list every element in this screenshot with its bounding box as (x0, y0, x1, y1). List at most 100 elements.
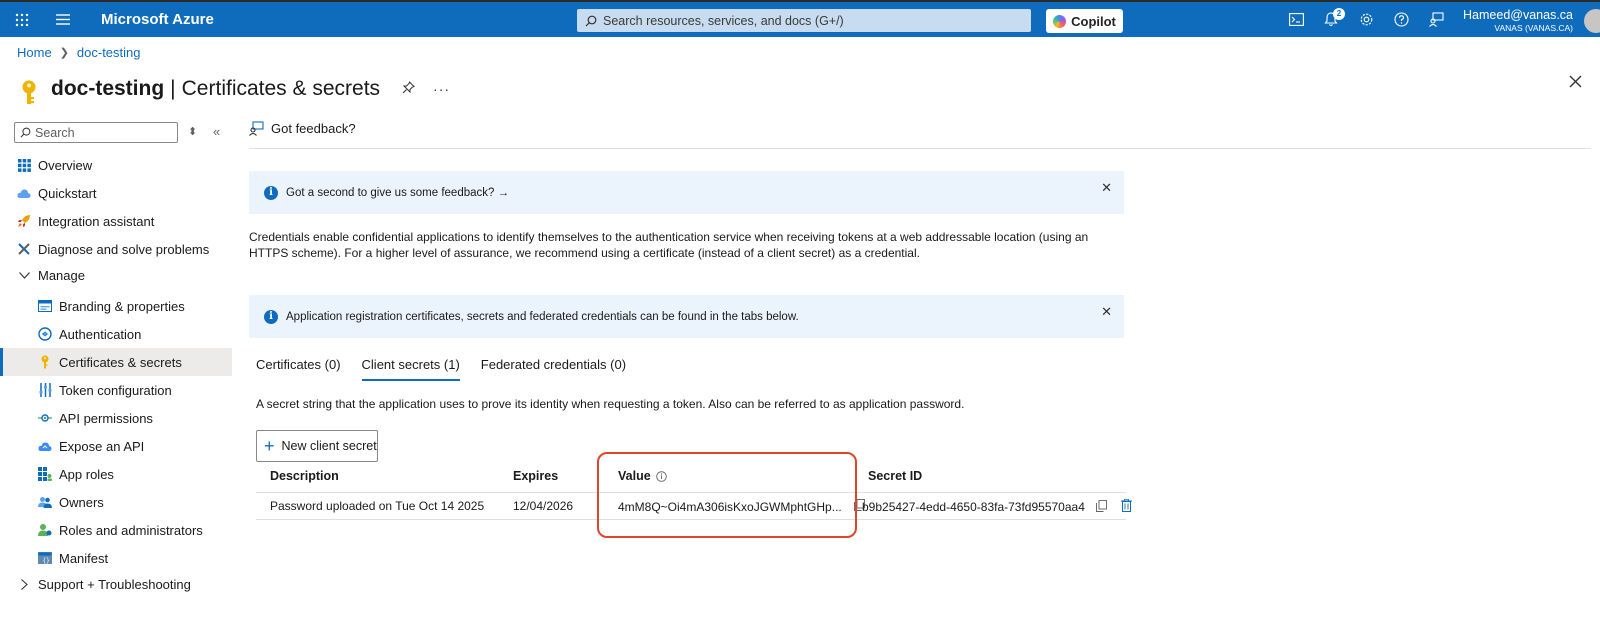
column-header-description[interactable]: Description (270, 469, 339, 483)
sidebar-item-owners[interactable]: Owners (0, 488, 232, 516)
sidebar-item-label: Authentication (59, 326, 142, 342)
breadcrumb-home-link[interactable]: Home (17, 45, 52, 60)
feedback-label: Got feedback? (271, 121, 356, 136)
sidebar-item-api-permissions[interactable]: API permissions (0, 404, 232, 432)
authentication-icon (38, 327, 52, 341)
sidebar-item-integration-assistant[interactable]: Integration assistant (0, 207, 232, 235)
owners-people-icon (38, 495, 52, 509)
sidebar-item-overview[interactable]: Overview (0, 151, 232, 179)
app-name-title: doc-testing (51, 77, 165, 100)
settings-gear-icon[interactable] (1357, 2, 1375, 37)
cloud-shell-icon[interactable] (1287, 2, 1305, 37)
sidebar-item-token-configuration[interactable]: Token configuration (0, 376, 232, 404)
global-search-input[interactable] (603, 13, 1023, 28)
sidebar-group-manage[interactable]: Manage (0, 263, 232, 287)
sidebar-item-label: Support + Troubleshooting (38, 576, 191, 592)
sidebar-item-roles-administrators[interactable]: Roles and administrators (0, 516, 232, 544)
value-column-highlight (597, 452, 857, 538)
manifest-icon: {} (38, 551, 52, 565)
credentials-info-banner: i Application registration certificates,… (249, 295, 1124, 338)
branding-icon (38, 299, 52, 313)
sidebar-item-quickstart[interactable]: Quickstart (0, 179, 232, 207)
got-feedback-button[interactable]: Got feedback? (249, 121, 356, 136)
toolbar-divider (249, 148, 1591, 149)
close-blade-icon[interactable] (1569, 72, 1582, 93)
breadcrumb: Home ❯ doc-testing (17, 45, 141, 60)
info-icon: i (264, 309, 278, 324)
plus-icon: + (264, 436, 275, 456)
copilot-icon (1053, 14, 1067, 28)
chevron-right-icon: ❯ (59, 47, 69, 59)
credentials-banner-text: Application registration certificates, s… (286, 310, 799, 323)
copy-secret-id-icon[interactable] (1095, 499, 1107, 515)
expand-collapse-icon[interactable]: ⬍ (188, 125, 197, 138)
sidebar-item-expose-api[interactable]: Expose an API (0, 432, 232, 460)
pin-icon[interactable] (402, 81, 415, 97)
tab-certificates[interactable]: Certificates (0) (256, 357, 341, 381)
sidebar-item-authentication[interactable]: Authentication (0, 320, 232, 348)
chevron-down-icon (17, 271, 31, 279)
sidebar-search[interactable] (14, 122, 178, 143)
sidebar-item-label: App roles (59, 466, 114, 482)
api-permissions-icon (38, 411, 52, 425)
avatar[interactable] (1584, 9, 1600, 33)
client-secrets-description: A secret string that the application use… (256, 397, 965, 411)
sidebar-item-diagnose[interactable]: Diagnose and solve problems (0, 235, 232, 263)
overview-grid-icon (17, 158, 31, 172)
global-search[interactable] (577, 9, 1031, 32)
column-header-secret-id[interactable]: Secret ID (868, 469, 922, 483)
wrench-icon (17, 242, 31, 256)
roles-admin-icon (38, 523, 52, 537)
breadcrumb-app-link[interactable]: doc-testing (77, 45, 141, 60)
sidebar-nav: Overview Quickstart Integration assistan… (0, 151, 232, 596)
tab-client-secrets[interactable]: Client secrets (1) (361, 357, 460, 381)
column-header-expires[interactable]: Expires (513, 469, 558, 483)
sidebar-item-app-roles[interactable]: App roles (0, 460, 232, 488)
chevron-right-icon (17, 578, 31, 590)
sidebar-item-label: Overview (38, 157, 93, 173)
sidebar-item-manifest[interactable]: {} Manifest (0, 544, 232, 572)
rocket-icon (17, 214, 31, 228)
sidebar-item-label: Diagnose and solve problems (38, 241, 210, 257)
sidebar-item-branding[interactable]: Branding & properties (0, 292, 232, 320)
hamburger-menu-icon[interactable] (56, 2, 70, 37)
sidebar-search-input[interactable] (35, 125, 175, 140)
sidebar-item-label: Token configuration (59, 382, 172, 398)
account-menu[interactable]: Hameed@vanas.ca VANAS (VANAS.CA) (1463, 8, 1573, 33)
user-tenant: VANAS (VANAS.CA) (1494, 23, 1573, 33)
sidebar-item-certificates-secrets[interactable]: Certificates & secrets (0, 348, 232, 376)
credentials-description: Credentials enable confidential applicat… (249, 230, 1089, 260)
cell-expires: 12/04/2026 (513, 499, 574, 513)
feedback-banner-link[interactable]: Got a second to give us some feedback? → (286, 187, 509, 199)
search-icon (585, 15, 597, 26)
search-icon (20, 127, 31, 138)
sidebar-item-label: Certificates & secrets (59, 354, 182, 370)
brand-title[interactable]: Microsoft Azure (101, 11, 214, 28)
info-icon: i (264, 185, 278, 200)
feedback-person-icon (249, 121, 264, 136)
delete-trash-icon[interactable] (1120, 498, 1132, 515)
app-roles-icon (38, 467, 52, 481)
sidebar-item-label: Expose an API (59, 438, 145, 454)
sidebar-group-support[interactable]: Support + Troubleshooting (0, 572, 232, 596)
sidebar-item-label: Owners (59, 494, 104, 510)
close-banner-icon[interactable]: ✕ (1101, 304, 1112, 320)
copilot-button[interactable]: Copilot (1046, 9, 1123, 33)
expose-api-cloud-icon (38, 439, 52, 453)
secret-id-text[interactable]: b9b25427-4edd-4650-83fa-73fd95570aa4 (862, 500, 1085, 514)
title-separator: | (170, 77, 176, 100)
collapse-sidebar-icon[interactable]: « (213, 124, 220, 139)
app-launcher-icon[interactable] (14, 2, 30, 37)
help-icon[interactable] (1392, 2, 1410, 37)
more-options-icon[interactable]: ··· (433, 81, 450, 97)
close-banner-icon[interactable]: ✕ (1101, 180, 1112, 196)
new-client-secret-button[interactable]: + New client secret (256, 430, 378, 462)
sidebar-item-label: Manage (38, 267, 85, 283)
tab-federated-credentials[interactable]: Federated credentials (0) (481, 357, 626, 381)
credential-tabs: Certificates (0) Client secrets (1) Fede… (256, 357, 647, 381)
cell-description: Password uploaded on Tue Oct 14 2025 (270, 499, 485, 513)
sidebar-item-label: Manifest (59, 550, 109, 566)
key-icon (22, 80, 36, 104)
quickstart-cloud-icon (17, 186, 31, 200)
feedback-person-icon[interactable] (1427, 2, 1445, 37)
